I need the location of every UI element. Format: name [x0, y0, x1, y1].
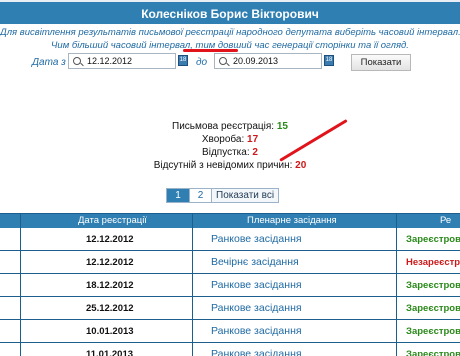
stat-vacation: Відпустка: 2 — [0, 147, 460, 158]
stat-written-value: 15 — [276, 121, 288, 132]
hint-text-a: Для висвітлення результатів — [0, 27, 139, 38]
row-date: 11.01.2013 — [86, 349, 134, 356]
stat-absent-label: Відсутній з невідомих причин: — [153, 160, 293, 171]
calendar-icon[interactable]: 18 — [324, 55, 334, 66]
registration-table: Дата реєстрації Пленарне засідання Ре 12… — [0, 213, 460, 356]
search-icon — [219, 57, 227, 65]
row-status: Зареєстров — [406, 280, 460, 291]
table-row: 11.01.2013 Ранкове засідання Зареєстров — [0, 343, 460, 356]
row-date: 18.12.2012 — [86, 280, 134, 291]
page-2-button[interactable]: 2 — [189, 189, 211, 202]
row-session-link[interactable]: Ранкове засідання — [211, 348, 302, 356]
pagination: 1 2 Показати всі — [166, 188, 280, 203]
row-date: 12.12.2012 — [86, 234, 134, 245]
stat-vacation-label: Відпустка: — [202, 147, 250, 158]
show-all-button[interactable]: Показати всі — [211, 189, 279, 202]
calendar-icon[interactable]: 18 — [178, 55, 188, 66]
red-underline-annotation — [183, 49, 238, 52]
date-from-value: 12.12.2012 — [87, 56, 133, 66]
row-status: Зареєстров — [406, 349, 460, 356]
row-session-link[interactable]: Ранкове засідання — [211, 233, 302, 245]
row-status: Зареєстров — [406, 234, 460, 245]
row-status: Зареєстров — [406, 303, 460, 314]
stat-sick: Хвороба: 17 — [0, 134, 460, 145]
date-to-label: до — [196, 57, 208, 68]
stat-written-label: Письмова реєстрація: — [172, 121, 275, 132]
row-status: Зареєстров — [406, 326, 460, 337]
column-divider — [192, 213, 193, 356]
row-date: 12.12.2012 — [86, 257, 134, 268]
show-button[interactable]: Показати — [351, 54, 411, 71]
header-date: Дата реєстрації — [78, 215, 147, 226]
hint-text-b: народного депутата виберіть часовий інте… — [233, 27, 460, 38]
date-from-input[interactable]: 12.12.2012 — [68, 53, 176, 69]
stat-sick-value: 17 — [247, 134, 259, 145]
stat-absent-value: 20 — [295, 160, 307, 171]
row-session-link[interactable]: Ранкове засідання — [211, 279, 302, 291]
page-1-button[interactable]: 1 — [167, 189, 189, 202]
stat-absent: Відсутній з невідомих причин: 20 — [0, 160, 460, 171]
table-row: 10.01.2013 Ранкове засідання Зареєстров — [0, 320, 460, 343]
hint-link-written-registration: письмової реєстрації — [138, 27, 234, 38]
date-to-input[interactable]: 20.09.2013 — [214, 53, 322, 69]
table-row: 25.12.2012 Ранкове засідання Зареєстров — [0, 297, 460, 320]
stat-written-registration: Письмова реєстрація: 15 — [0, 121, 460, 132]
date-from-label: Дата з — [32, 57, 66, 68]
row-status: Незареєстров — [406, 257, 460, 268]
search-icon — [73, 57, 81, 65]
row-session-link[interactable]: Вечірнє засідання — [211, 256, 299, 268]
deputy-name-title: Колесніков Борис Вікторович — [0, 0, 460, 24]
hint-line-1: Для висвітлення результатів письмової ре… — [0, 27, 460, 38]
stat-vacation-value: 2 — [252, 147, 258, 158]
column-divider — [20, 213, 21, 356]
row-date: 10.01.2013 — [86, 326, 134, 337]
header-status: Ре — [440, 215, 452, 226]
column-divider — [396, 213, 397, 356]
date-to-value: 20.09.2013 — [233, 56, 279, 66]
row-session-link[interactable]: Ранкове засідання — [211, 325, 302, 337]
table-row: 12.12.2012 Ранкове засідання Зареєстров — [0, 228, 460, 251]
row-date: 25.12.2012 — [86, 303, 134, 314]
table-header: Дата реєстрації Пленарне засідання Ре — [0, 213, 460, 228]
table-row: 12.12.2012 Вечірнє засідання Незареєстров — [0, 251, 460, 274]
header-session: Пленарне засідання — [247, 215, 337, 226]
row-session-link[interactable]: Ранкове засідання — [211, 302, 302, 314]
stat-sick-label: Хвороба: — [201, 134, 245, 145]
table-row: 18.12.2012 Ранкове засідання Зареєстров — [0, 274, 460, 297]
